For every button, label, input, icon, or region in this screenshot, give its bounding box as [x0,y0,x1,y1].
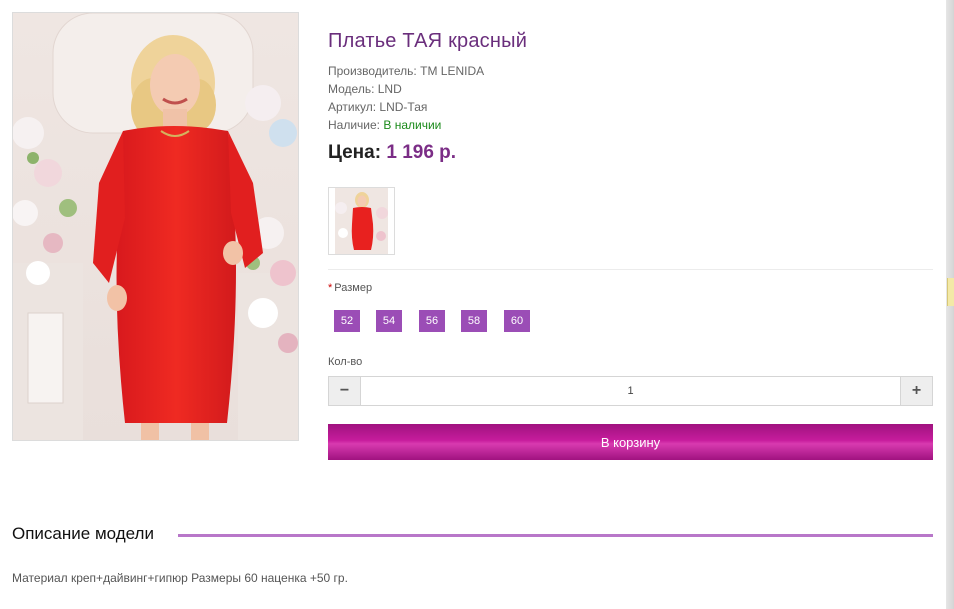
price-label: Цена: [328,142,382,163]
product-thumbnail[interactable] [328,187,395,255]
size-label: * Размер [328,282,372,294]
size-option-56[interactable]: 56 [419,310,445,332]
spec-label: Наличие: [328,118,381,132]
size-option-60[interactable]: 60 [504,310,530,332]
size-option-58[interactable]: 58 [461,310,487,332]
size-option-52[interactable]: 52 [334,310,360,332]
plus-icon: + [911,382,922,399]
scrollbar-thumb[interactable] [947,278,954,306]
spec-model: Модель: LND [328,82,402,96]
page-scrollbar[interactable] [946,0,954,609]
size-label-text: Размер [334,282,373,294]
spec-label: Модель: [328,82,375,96]
price-row: Цена: 1 196 р. [328,142,456,164]
spec-value: LND-Тая [379,100,428,114]
description-rule [178,534,933,537]
product-title: Платье ТАЯ красный [328,30,528,52]
add-to-cart-button[interactable]: В корзину [328,424,933,460]
product-main-image[interactable] [12,12,299,441]
quantity-stepper: − + [328,376,933,406]
product-page: Платье ТАЯ красный Производитель: TM LEN… [0,0,946,609]
product-photo [13,13,298,440]
required-mark: * [328,282,333,294]
description-heading: Описание модели [12,524,154,543]
quantity-decrease-button[interactable]: − [329,377,361,405]
spec-label: Артикул: [328,100,377,114]
thumbnail-photo [335,188,388,254]
spec-manufacturer: Производитель: TM LENIDA [328,64,484,78]
price-value: 1 196 р. [386,142,457,163]
spec-label: Производитель: [328,64,417,78]
quantity-input[interactable] [361,377,900,405]
spec-availability: Наличие: В наличии [328,118,441,132]
section-divider [328,269,933,270]
spec-value: LND [377,82,402,96]
description-text: Материал креп+дайвинг+гипюр Размеры 60 н… [12,571,348,585]
size-option-54[interactable]: 54 [376,310,402,332]
spec-sku: Артикул: LND-Тая [328,100,427,114]
minus-icon: − [339,382,350,399]
in-stock-status: В наличии [383,118,442,132]
quantity-increase-button[interactable]: + [900,377,932,405]
quantity-label: Кол-во [328,356,363,368]
spec-value: TM LENIDA [420,64,485,78]
